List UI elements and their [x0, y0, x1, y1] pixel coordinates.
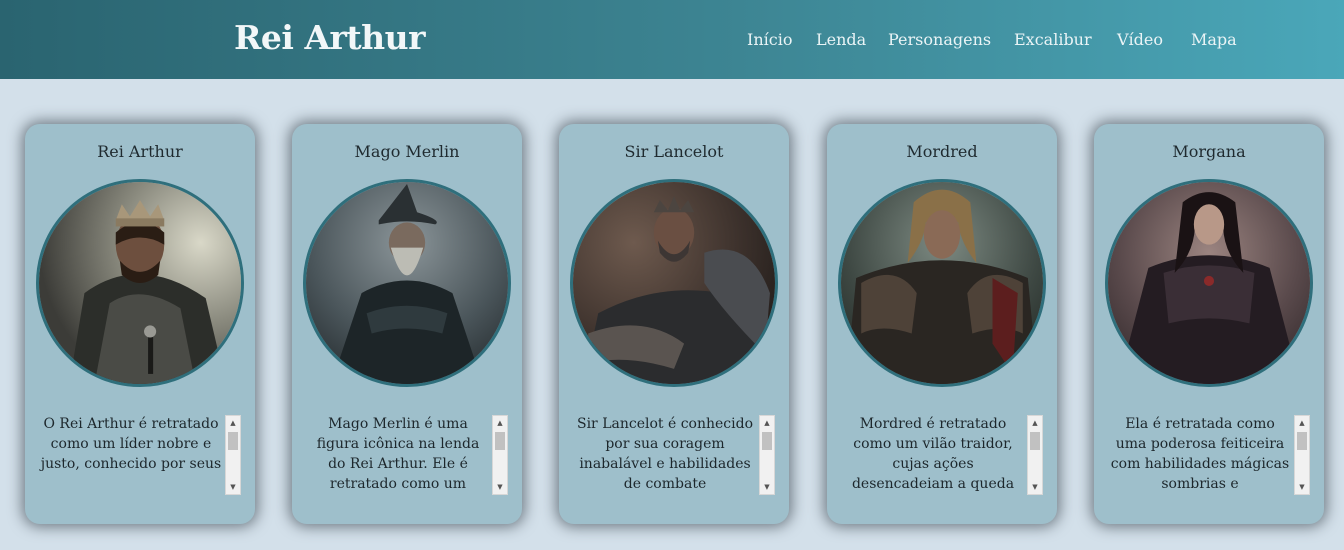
scroll-thumb[interactable] [228, 432, 238, 450]
morgana-portrait [1105, 179, 1313, 387]
character-card-rei-arthur: Rei Arthur O Rei Arthur é retratado como… [25, 124, 255, 524]
character-card-mago-merlin: Mago Merlin Mago Merlin é uma figura icô… [292, 124, 522, 524]
character-name: Mago Merlin [354, 142, 460, 161]
scroll-up-arrow-icon[interactable]: ▲ [1295, 416, 1309, 430]
character-name: Mordred [906, 142, 978, 161]
scroll-up-arrow-icon[interactable]: ▲ [493, 416, 507, 430]
scroll-up-arrow-icon[interactable]: ▲ [760, 416, 774, 430]
description-box[interactable]: Mago Merlin é uma figura icônica na lend… [306, 414, 508, 495]
character-name: Rei Arthur [97, 142, 183, 161]
main-nav: Início Lenda Personagens Excalibur Vídeo… [0, 30, 1344, 54]
scroll-down-arrow-icon[interactable]: ▼ [1295, 480, 1309, 494]
description-box[interactable]: Mordred é retratado como um vilão traido… [841, 414, 1043, 495]
character-description: Sir Lancelot é conhecido por sua coragem… [576, 416, 753, 492]
nav-link-personagens[interactable]: Personagens [888, 30, 991, 49]
character-card-mordred: Mordred Mordred é retratado como um vilã… [827, 124, 1057, 524]
description-box[interactable]: O Rei Arthur é retratado como um líder n… [39, 414, 241, 495]
character-description: Mordred é retratado como um vilão traido… [851, 416, 1015, 492]
description-scrollbar[interactable]: ▲ ▼ [1027, 415, 1043, 495]
description-scrollbar[interactable]: ▲ ▼ [225, 415, 241, 495]
nav-link-lenda[interactable]: Lenda [816, 30, 866, 49]
nav-link-mapa[interactable]: Mapa [1191, 30, 1237, 49]
nav-link-excalibur[interactable]: Excalibur [1014, 30, 1092, 49]
mordred-portrait [838, 179, 1046, 387]
character-description: O Rei Arthur é retratado como um líder n… [40, 416, 222, 472]
scroll-down-arrow-icon[interactable]: ▼ [760, 480, 774, 494]
scroll-thumb[interactable] [762, 432, 772, 450]
character-description: Mago Merlin é uma figura icônica na lend… [316, 416, 480, 492]
scroll-down-arrow-icon[interactable]: ▼ [1028, 480, 1042, 494]
site-header: Rei Arthur Início Lenda Personagens Exca… [0, 0, 1344, 79]
scroll-thumb[interactable] [1297, 432, 1307, 450]
king-arthur-portrait [36, 179, 244, 387]
merlin-portrait [303, 179, 511, 387]
character-description: Ela é retratada como uma poderosa feitic… [1110, 416, 1290, 492]
scroll-thumb[interactable] [495, 432, 505, 450]
description-scrollbar[interactable]: ▲ ▼ [1294, 415, 1310, 495]
description-box[interactable]: Ela é retratada como uma poderosa feitic… [1108, 414, 1310, 495]
scroll-up-arrow-icon[interactable]: ▲ [1028, 416, 1042, 430]
description-scrollbar[interactable]: ▲ ▼ [492, 415, 508, 495]
character-name: Sir Lancelot [624, 142, 724, 161]
scroll-up-arrow-icon[interactable]: ▲ [226, 416, 240, 430]
nav-link-inicio[interactable]: Início [747, 30, 792, 49]
scroll-down-arrow-icon[interactable]: ▼ [226, 480, 240, 494]
description-scrollbar[interactable]: ▲ ▼ [759, 415, 775, 495]
description-box[interactable]: Sir Lancelot é conhecido por sua coragem… [573, 414, 775, 495]
character-card-morgana: Morgana Ela é retratada como uma poderos… [1094, 124, 1324, 524]
nav-link-video[interactable]: Vídeo [1117, 30, 1163, 49]
character-name: Morgana [1172, 142, 1246, 161]
scroll-down-arrow-icon[interactable]: ▼ [493, 480, 507, 494]
scroll-thumb[interactable] [1030, 432, 1040, 450]
character-card-sir-lancelot: Sir Lancelot Sir Lancelot é conhecido po… [559, 124, 789, 524]
lancelot-portrait [570, 179, 778, 387]
